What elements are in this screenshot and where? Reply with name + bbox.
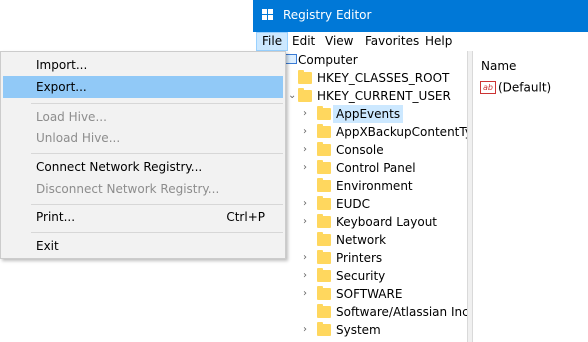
chevron-right-icon[interactable]: ›	[301, 321, 309, 339]
menu-item-connect-network-registry[interactable]: Connect Network Registry...	[3, 156, 283, 178]
menu-item-disconnect-network-registry: Disconnect Network Registry...	[3, 178, 283, 200]
tree-label: Software/Atlassian Inc/H	[336, 305, 467, 319]
folder-icon	[317, 160, 331, 174]
tree-label: Printers	[336, 251, 383, 265]
registry-editor-window: Registry Editor File Edit View Favorites…	[253, 0, 588, 342]
window-title: Registry Editor	[283, 8, 372, 22]
folder-icon	[298, 70, 312, 84]
menu-file[interactable]: File	[256, 32, 289, 51]
tree-item-system[interactable]: › System	[253, 321, 467, 339]
menu-item-label: Load Hive...	[36, 110, 107, 124]
tree-label: Security	[336, 269, 386, 283]
folder-icon	[298, 88, 312, 102]
tree-label: SOFTWARE	[336, 287, 403, 301]
chevron-right-icon[interactable]: ›	[301, 267, 309, 285]
tree-label: Network	[336, 233, 387, 247]
registry-editor-icon	[262, 9, 276, 23]
tree-label: HKEY_CURRENT_USER	[317, 89, 451, 103]
menu-separator	[31, 204, 283, 205]
tree-item-security[interactable]: › Security	[253, 267, 467, 285]
tree-label: Console	[336, 143, 384, 157]
menu-favorites[interactable]: Favorites	[360, 32, 424, 51]
folder-icon	[317, 178, 331, 192]
folder-icon	[317, 250, 331, 264]
chevron-right-icon[interactable]: ›	[301, 141, 309, 159]
menu-item-load-hive: Load Hive...	[3, 106, 283, 128]
tree-label: AppXBackupContentTyp	[336, 125, 467, 139]
chevron-right-icon[interactable]: ›	[301, 213, 309, 231]
column-header-name[interactable]: Name	[481, 59, 516, 73]
folder-icon	[317, 106, 331, 120]
folder-icon	[317, 286, 331, 300]
folder-icon	[317, 142, 331, 156]
chevron-right-icon[interactable]: ›	[301, 123, 309, 141]
title-bar: Registry Editor	[253, 0, 588, 32]
menu-bar: File Edit View Favorites Help	[253, 32, 588, 51]
shortcut-label: Ctrl+P	[226, 210, 265, 224]
tree-label: Environment	[336, 179, 413, 193]
menu-view[interactable]: View	[320, 32, 358, 51]
menu-item-label: Unload Hive...	[36, 131, 121, 145]
tree-label: Computer	[298, 53, 358, 67]
file-menu-dropdown: Import... Export... Load Hive... Unload …	[0, 51, 286, 259]
folder-icon	[317, 196, 331, 210]
folder-icon	[317, 268, 331, 282]
tree-item-software[interactable]: › SOFTWARE	[253, 285, 467, 303]
menu-item-print[interactable]: Print... Ctrl+P	[3, 206, 283, 228]
tree-label: AppEvents	[333, 105, 404, 123]
folder-icon	[317, 214, 331, 228]
menu-item-label: Connect Network Registry...	[36, 160, 203, 174]
chevron-down-icon[interactable]: ⌄	[288, 87, 296, 105]
menu-item-label: Import...	[36, 58, 88, 72]
chevron-right-icon[interactable]: ›	[301, 105, 309, 123]
menu-help[interactable]: Help	[420, 32, 457, 51]
tree-label: EUDC	[336, 197, 370, 211]
menu-item-import[interactable]: Import...	[3, 54, 283, 76]
chevron-right-icon[interactable]: ›	[301, 249, 309, 267]
values-pane[interactable]: Name ab (Default)	[473, 51, 588, 342]
menu-item-label: Disconnect Network Registry...	[36, 182, 220, 196]
menu-item-unload-hive: Unload Hive...	[3, 127, 283, 149]
folder-icon	[317, 232, 331, 246]
tree-item-software-atlassian[interactable]: Software/Atlassian Inc/H	[253, 303, 467, 321]
menu-separator	[31, 103, 283, 104]
value-name: (Default)	[498, 80, 552, 95]
tree-label: HKEY_CLASSES_ROOT	[317, 71, 450, 85]
menu-item-label: Exit	[36, 239, 59, 253]
chevron-right-icon[interactable]: ›	[301, 195, 309, 213]
tree-label: Keyboard Layout	[336, 215, 438, 229]
chevron-right-icon[interactable]: ›	[301, 285, 309, 303]
menu-item-export[interactable]: Export...	[3, 76, 283, 98]
value-row[interactable]: ab (Default)	[480, 80, 551, 95]
tree-label: System	[336, 323, 381, 337]
string-value-icon: ab	[480, 81, 496, 94]
menu-separator	[31, 153, 283, 154]
folder-icon	[317, 322, 331, 336]
folder-icon	[317, 304, 331, 318]
menu-item-label: Export...	[36, 80, 87, 94]
menu-item-label: Print...	[36, 210, 76, 224]
menu-separator	[31, 232, 283, 233]
menu-item-exit[interactable]: Exit	[3, 235, 283, 257]
menu-edit[interactable]: Edit	[287, 32, 320, 51]
chevron-right-icon[interactable]: ›	[301, 159, 309, 177]
tree-label: Control Panel	[336, 161, 416, 175]
folder-icon	[317, 124, 331, 138]
